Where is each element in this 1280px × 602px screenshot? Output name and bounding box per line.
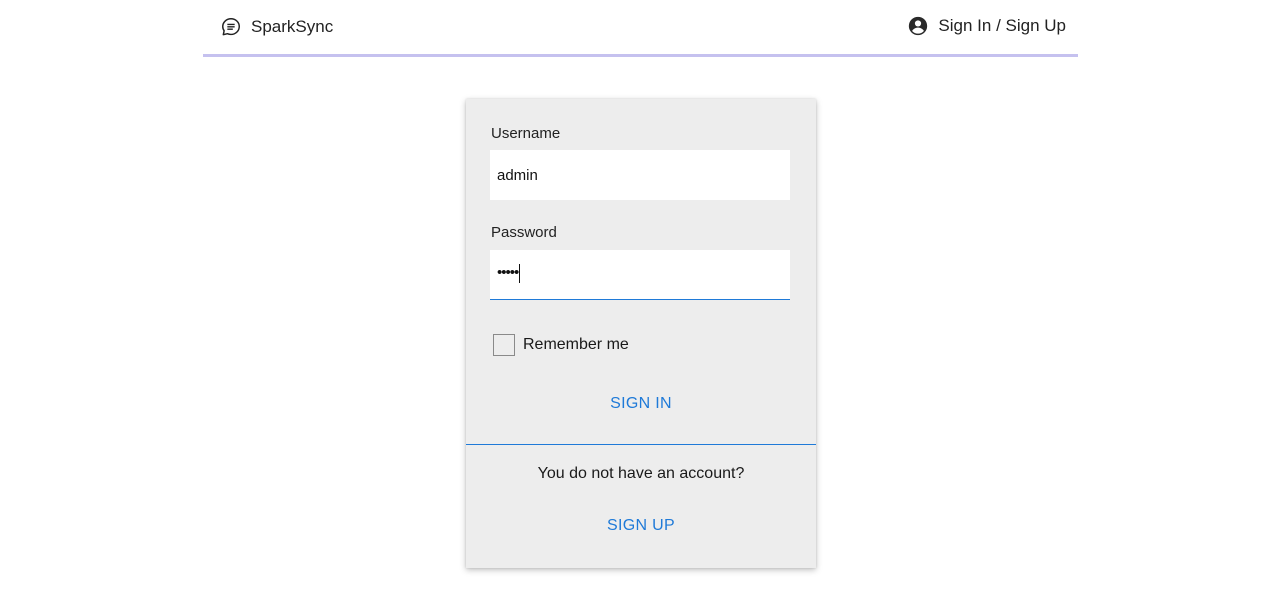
auth-link-label: Sign In / Sign Up	[938, 16, 1066, 35]
remember-me-label: Remember me	[523, 336, 629, 353]
password-dots: •••••	[497, 264, 519, 281]
login-card: Username Password ••••• Remember me SIGN…	[466, 99, 816, 568]
chat-bubble-icon	[220, 16, 242, 38]
top-navigation-bar: SparkSync Sign In / Sign Up	[203, 0, 1078, 57]
text-caret	[519, 263, 521, 283]
account-circle-icon	[907, 15, 929, 37]
sign-up-button[interactable]: SIGN UP	[466, 517, 816, 535]
password-input[interactable]	[490, 250, 790, 300]
username-label: Username	[491, 125, 561, 142]
section-divider	[466, 444, 816, 445]
sign-in-button[interactable]: SIGN IN	[466, 395, 816, 413]
remember-me-option[interactable]: Remember me	[493, 334, 629, 356]
remember-me-checkbox[interactable]	[493, 334, 515, 356]
password-masked-value: •••••	[497, 263, 521, 283]
password-label: Password	[491, 224, 557, 241]
sign-in-sign-up-link[interactable]: Sign In / Sign Up	[907, 15, 1066, 37]
brand-name: SparkSync	[251, 17, 334, 36]
username-input[interactable]	[490, 150, 790, 200]
no-account-text: You do not have an account?	[537, 465, 745, 482]
brand[interactable]: SparkSync	[220, 16, 333, 38]
